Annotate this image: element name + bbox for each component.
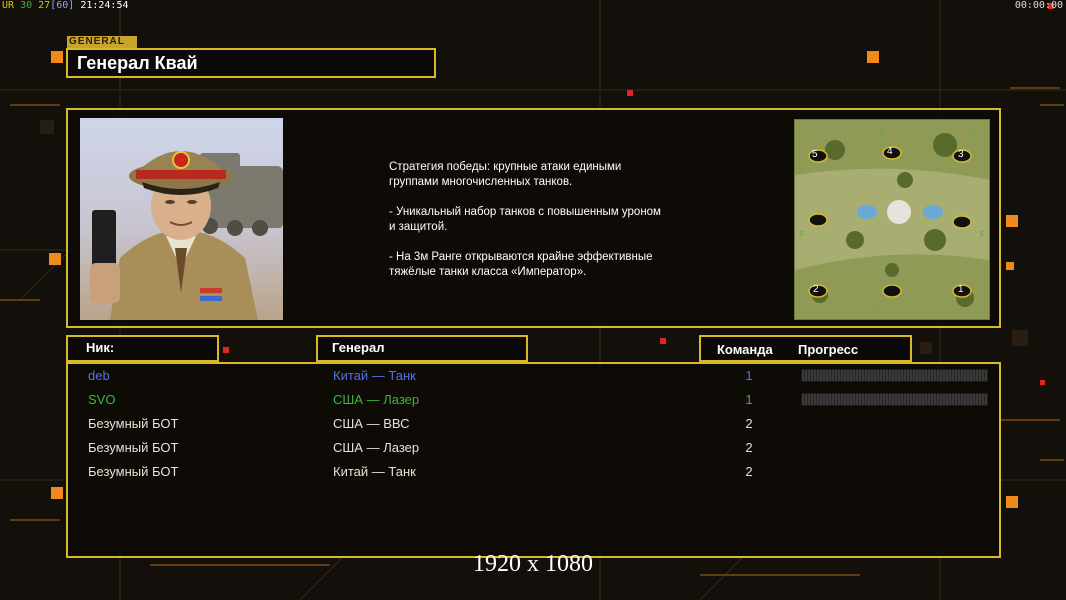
description-line: Стратегия победы: крупные атаки едиными … <box>389 161 622 188</box>
player-load-progress <box>801 393 988 406</box>
svg-text:$: $ <box>979 229 984 238</box>
player-team: 1 <box>745 368 753 383</box>
player-load-progress <box>801 369 988 382</box>
column-header-team-progress: Команда Прогресс <box>699 335 912 362</box>
player-row[interactable]: SVO США — Лазер 1 <box>68 389 1003 413</box>
svg-text:$: $ <box>871 307 876 316</box>
start-position-4: 4 <box>887 146 893 157</box>
general-description: Стратегия победы: крупные атаки едиными … <box>389 160 719 295</box>
start-position-2: 2 <box>813 284 819 295</box>
description-line: - Уникальный набор танков с повышенным у… <box>389 206 661 233</box>
player-row[interactable]: Безумный БОТ США — ВВС 2 <box>68 413 1003 437</box>
start-position-1: 1 <box>958 284 964 295</box>
fps-prefix: UR <box>2 0 15 11</box>
player-nick: deb <box>88 368 110 383</box>
general-section-label: GENERAL <box>67 36 137 48</box>
player-row[interactable]: deb Китай — Танк 1 <box>68 365 1003 389</box>
players-list: deb Китай — Танк 1 SVO США — Лазер 1 Без… <box>66 362 1001 558</box>
player-team: 2 <box>745 464 753 479</box>
player-team: 2 <box>745 440 753 455</box>
svg-text:$: $ <box>971 129 976 138</box>
start-position-5: 5 <box>812 149 818 160</box>
player-team: 2 <box>745 416 753 431</box>
fps-value-2: 27 <box>38 0 51 11</box>
player-general: Китай — Танк <box>333 464 416 479</box>
svg-text:$: $ <box>799 229 804 238</box>
column-header-nick: Ник: <box>66 335 219 362</box>
player-nick: Безумный БОТ <box>88 464 179 479</box>
resolution-watermark: 1920 x 1080 <box>473 551 593 577</box>
player-team: 1 <box>745 392 753 407</box>
player-general: Китай — Танк <box>333 368 416 383</box>
player-general: США — Лазер <box>333 440 420 455</box>
general-name-title: Генерал Квай <box>66 48 436 78</box>
game-timer: 00:00:00 <box>1014 0 1063 11</box>
column-header-progress: Прогресс <box>798 342 859 357</box>
general-portrait <box>80 118 283 320</box>
column-header-general: Генерал <box>316 335 528 362</box>
player-general: США — ВВС <box>333 416 410 431</box>
player-row[interactable]: Безумный БОТ США — Лазер 2 <box>68 437 1003 461</box>
system-clock: 21:24:54 <box>80 0 129 11</box>
fps-value: 30 <box>20 0 33 11</box>
general-portrait-image <box>90 151 283 320</box>
player-nick: SVO <box>88 392 116 407</box>
player-nick: Безумный БОТ <box>88 440 179 455</box>
column-header-team: Команда <box>717 342 773 357</box>
player-row[interactable]: Безумный БОТ Китай — Танк 2 <box>68 461 1003 485</box>
map-preview[interactable]: $ $ $ $ $ $ 5 4 3 2 1 <box>794 119 990 320</box>
player-nick: Безумный БОТ <box>88 416 179 431</box>
svg-text:$: $ <box>975 309 980 318</box>
description-line: - На 3м Ранге открываются крайне эффекти… <box>389 251 653 278</box>
player-general: США — Лазер <box>333 392 420 407</box>
svg-text:$: $ <box>879 129 884 138</box>
start-position-3: 3 <box>958 149 964 160</box>
fps-cap: [60] <box>50 0 75 11</box>
fps-counter: UR 30 27[60] 21:24:54 <box>2 0 129 11</box>
